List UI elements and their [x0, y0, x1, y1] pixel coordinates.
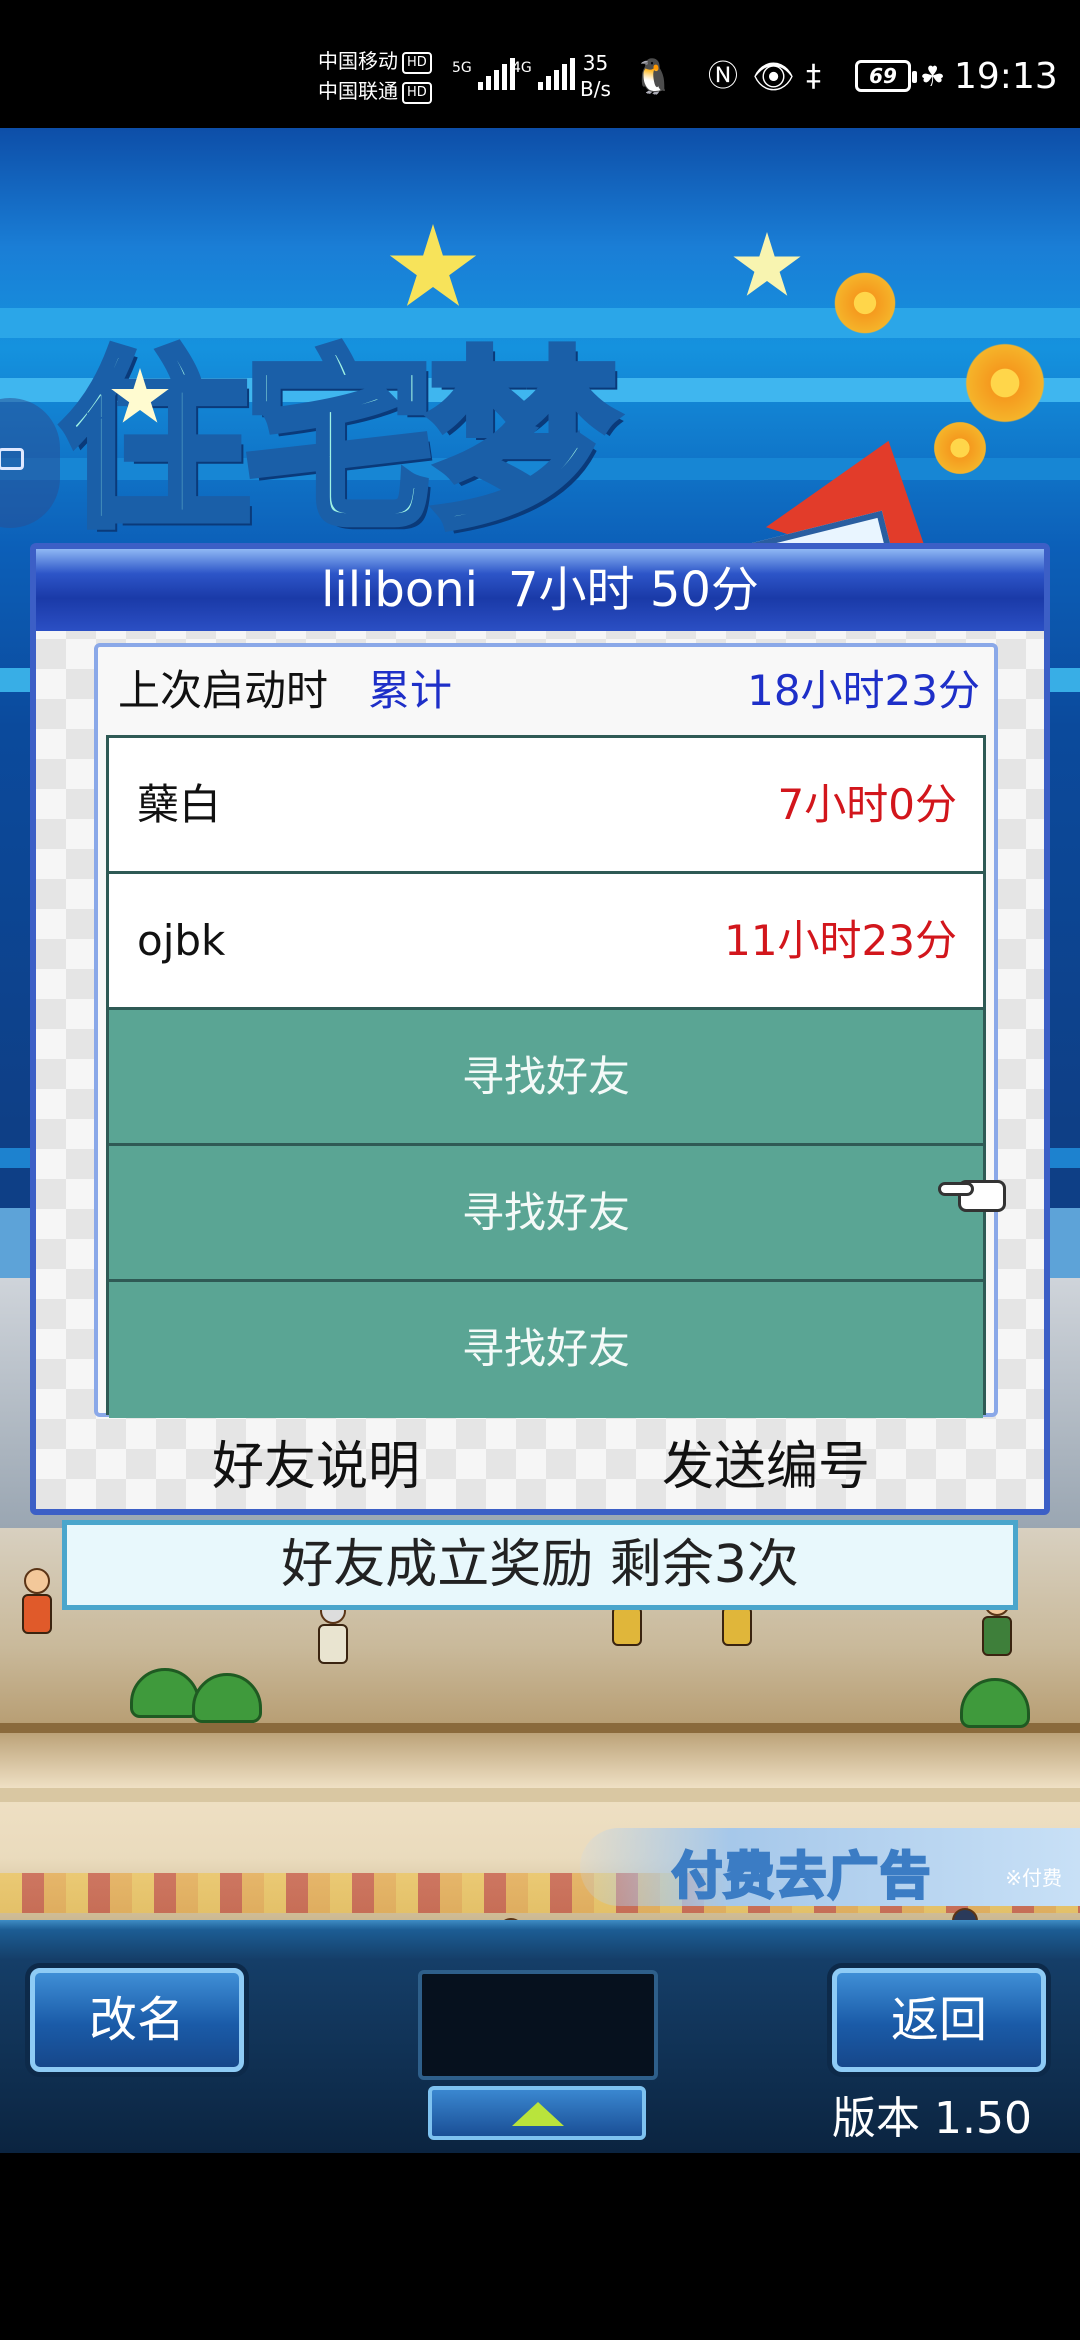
lock-icon [0, 448, 24, 470]
hd-badge: HD [402, 81, 432, 104]
villager [20, 1568, 54, 1638]
friend-time: 11小时23分 [724, 916, 957, 965]
version-label: 版本 1.50 [832, 2093, 1032, 2144]
friend-help-button[interactable]: 好友说明 [212, 1429, 420, 1505]
friend-name: 蘖白 [137, 780, 222, 829]
player-name: liliboni [321, 562, 479, 618]
bottom-toolbar: 改名 返回 版本 1.50 [0, 1920, 1080, 2153]
bush [192, 1673, 262, 1723]
friend-time: 7小时0分 [777, 780, 957, 829]
bush [960, 1678, 1030, 1728]
bush [130, 1668, 200, 1718]
network-5g-label: 5G [452, 60, 472, 76]
battery-icon: 69 [855, 60, 917, 92]
leaf-icon: ☘ [920, 60, 946, 93]
dialog-header: liliboni 7小时 50分 [36, 549, 1044, 631]
remove-ads-label: 付费去广告 [671, 1846, 932, 1907]
star-decoration [733, 232, 801, 296]
find-friend-button[interactable]: 寻找好友 [109, 1282, 983, 1418]
eye-icon: 👁 [752, 57, 796, 97]
friends-dialog: liliboni 7小时 50分 上次启动时 累计 18小时23分 蘖白 7小时0… [30, 543, 1050, 1515]
total-label: 累计 [368, 666, 453, 715]
send-id-button[interactable]: 发送编号 [662, 1429, 870, 1505]
status-bar: 中国移动 HD 中国联通 HD 5G 4G 35 B/s 🐧 Ⓝ 👁 ‡ 69 ☘ [0, 0, 1080, 128]
screen: 中国移动 HD 中国联通 HD 5G 4G 35 B/s 🐧 Ⓝ 👁 ‡ 69 ☘ [0, 0, 1080, 2340]
last-launch-label: 上次启动时 [118, 666, 329, 715]
navigation-area [0, 2153, 1080, 2340]
hd-badge: HD [402, 51, 432, 74]
vibrate-icon: ‡ [806, 59, 821, 94]
player-play-time: 7小时 50分 [508, 562, 759, 618]
carrier-info: 中国移动 HD 中国联通 HD [318, 46, 432, 106]
network-speed: 35 B/s [580, 50, 611, 102]
total-time: 18小时23分 [747, 666, 980, 715]
speed-value: 35 [582, 51, 609, 75]
carrier-2: 中国联通 [318, 79, 398, 103]
game-logo: 住宅梦 [56, 328, 622, 557]
friend-name: ojbk [137, 916, 226, 965]
friends-panel: 上次启动时 累计 18小时23分 蘖白 7小时0分 ojbk 11小时23分 寻… [94, 643, 998, 1418]
center-display [418, 1970, 658, 2080]
clock: 19:13 [954, 56, 1058, 97]
find-friend-button[interactable]: 寻找好友 [109, 1010, 983, 1146]
friend-reward-banner: 好友成立奖励 剩余3次 [62, 1520, 1018, 1610]
carrier-1: 中国移动 [318, 49, 398, 73]
friend-row[interactable]: 蘖白 7小时0分 [109, 738, 983, 874]
friend-row[interactable]: ojbk 11小时23分 [109, 874, 983, 1010]
flower-decoration [960, 338, 1050, 428]
remove-ads-banner[interactable]: 付费去广告 ※付费 [580, 1828, 1080, 1907]
expand-menu-button[interactable] [428, 2086, 646, 2140]
flower-decoration [830, 268, 900, 338]
summary-row: 上次启动时 累计 18小时23分 [98, 647, 994, 735]
friends-list: 蘖白 7小时0分 ojbk 11小时23分 寻找好友 寻找好友 寻找好友 [106, 735, 986, 1418]
remove-ads-note: ※付费 [1005, 1866, 1062, 1890]
pointer-hand-icon [938, 1172, 1008, 1220]
rename-button[interactable]: 改名 [30, 1968, 244, 2072]
find-friend-button[interactable]: 寻找好友 [109, 1146, 983, 1282]
nfc-icon: Ⓝ [708, 59, 738, 94]
flower-decoration [930, 418, 990, 478]
speed-unit: B/s [580, 77, 611, 101]
back-button[interactable]: 返回 [832, 1968, 1046, 2072]
network-4g-label: 4G [512, 60, 532, 76]
qq-icon: 🐧 [632, 57, 675, 97]
arrow-up-icon [512, 2102, 564, 2126]
